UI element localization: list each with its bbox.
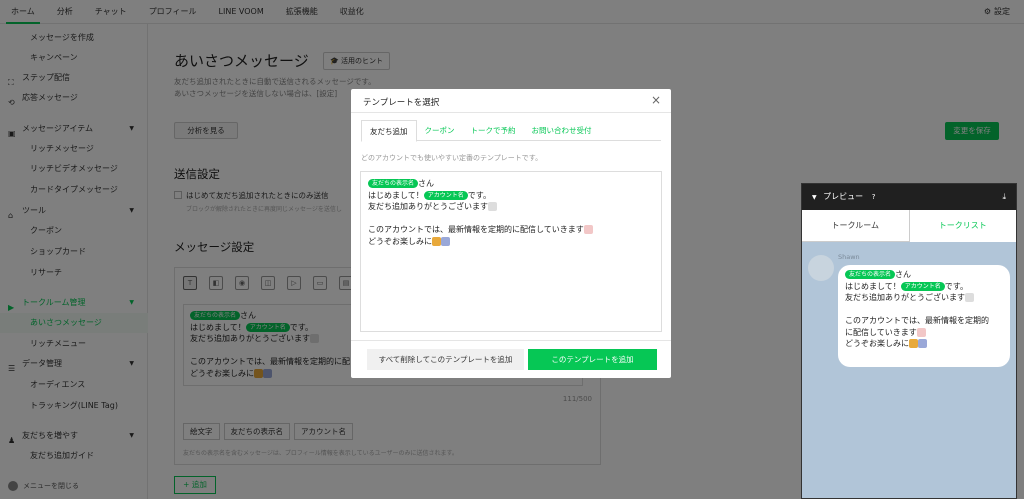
template-description: どのアカウントでも使いやすい定番のテンプレートです。 bbox=[361, 154, 543, 162]
letter-icon bbox=[916, 327, 926, 337]
display-name-tag: 友だちの表示名 bbox=[845, 270, 896, 279]
info-text-a: このアカウントでは、最新情報を定期的 bbox=[845, 316, 989, 325]
enjoy-text: どうぞお楽しみに bbox=[368, 236, 432, 246]
tab-coupon[interactable]: クーポン bbox=[417, 120, 463, 141]
close-icon[interactable]: × bbox=[651, 93, 661, 107]
template-modal: テンプレートを選択 × 友だち追加 クーポン トークで予約 お問い合わせ受付 ど… bbox=[351, 89, 671, 378]
template-preview-text: 友だちの表示名 さん はじめまして！ アカウント名 です。 友だち追加ありがとうござい… bbox=[360, 171, 662, 332]
preview-header: ▼ プレビュー ? ⤓ bbox=[802, 184, 1016, 210]
enjoy-text: どうぞお楽しみに bbox=[845, 339, 909, 348]
san-text: さん bbox=[418, 179, 435, 188]
replace-with-template-button[interactable]: すべて削除してこのテンプレートを追加 bbox=[367, 349, 524, 370]
letter-icon bbox=[583, 225, 593, 234]
help-icon[interactable]: ? bbox=[872, 193, 876, 201]
sender-name: Shawn bbox=[838, 253, 860, 261]
modal-footer-divider bbox=[351, 340, 671, 341]
sparkle-icon bbox=[918, 339, 927, 348]
preview-tabs: トークルーム トークリスト bbox=[802, 210, 1016, 242]
tab-talk-reservation[interactable]: トークで予約 bbox=[463, 120, 524, 141]
emoji-icon bbox=[965, 293, 974, 302]
greeting-text: はじめまして！ bbox=[368, 190, 424, 200]
tab-talk-room[interactable]: トークルーム bbox=[802, 210, 910, 242]
modal-divider bbox=[351, 112, 671, 113]
modal-title: テンプレートを選択 bbox=[363, 98, 440, 108]
tab-friend-add[interactable]: 友だち追加 bbox=[361, 120, 417, 142]
desu-text: です。 bbox=[467, 190, 491, 200]
gift-icon bbox=[432, 236, 441, 246]
tab-talk-list[interactable]: トークリスト bbox=[910, 210, 1017, 242]
display-name-tag: 友だちの表示名 bbox=[368, 179, 419, 188]
sparkle-icon bbox=[441, 236, 450, 246]
account-name-tag: アカウント名 bbox=[423, 190, 468, 200]
chevron-down-icon[interactable]: ▼ bbox=[812, 194, 817, 201]
download-icon[interactable]: ⤓ bbox=[1002, 184, 1006, 210]
tab-inquiry[interactable]: お問い合わせ受付 bbox=[524, 120, 600, 141]
emoji-icon bbox=[488, 202, 497, 211]
account-name-tag: アカウント名 bbox=[900, 281, 945, 291]
thanks-text: 友だち追加ありがとうございます bbox=[845, 293, 965, 302]
preview-panel: ▼ プレビュー ? ⤓ トークルーム トークリスト Shawn 友だちの表示名さ… bbox=[801, 183, 1017, 499]
preview-title: プレビュー bbox=[823, 192, 864, 201]
add-template-button[interactable]: このテンプレートを追加 bbox=[528, 349, 657, 370]
desu-text: です。 bbox=[944, 281, 968, 291]
san-text: さん bbox=[895, 270, 912, 279]
greeting-text: はじめまして！ bbox=[845, 281, 901, 291]
info-text: このアカウントでは、最新情報を定期的に配信していきます bbox=[368, 225, 584, 234]
avatar bbox=[808, 255, 834, 281]
template-tabs: 友だち追加 クーポン トークで予約 お問い合わせ受付 bbox=[361, 120, 661, 142]
gift-icon bbox=[909, 339, 918, 348]
thanks-text: 友だち追加ありがとうございます bbox=[368, 202, 488, 211]
message-bubble: 友だちの表示名 さん はじめまして！ アカウント名 です。 友だち追加ありがとうござい… bbox=[838, 265, 1010, 367]
info-text-b: に配信していきます bbox=[845, 327, 917, 337]
